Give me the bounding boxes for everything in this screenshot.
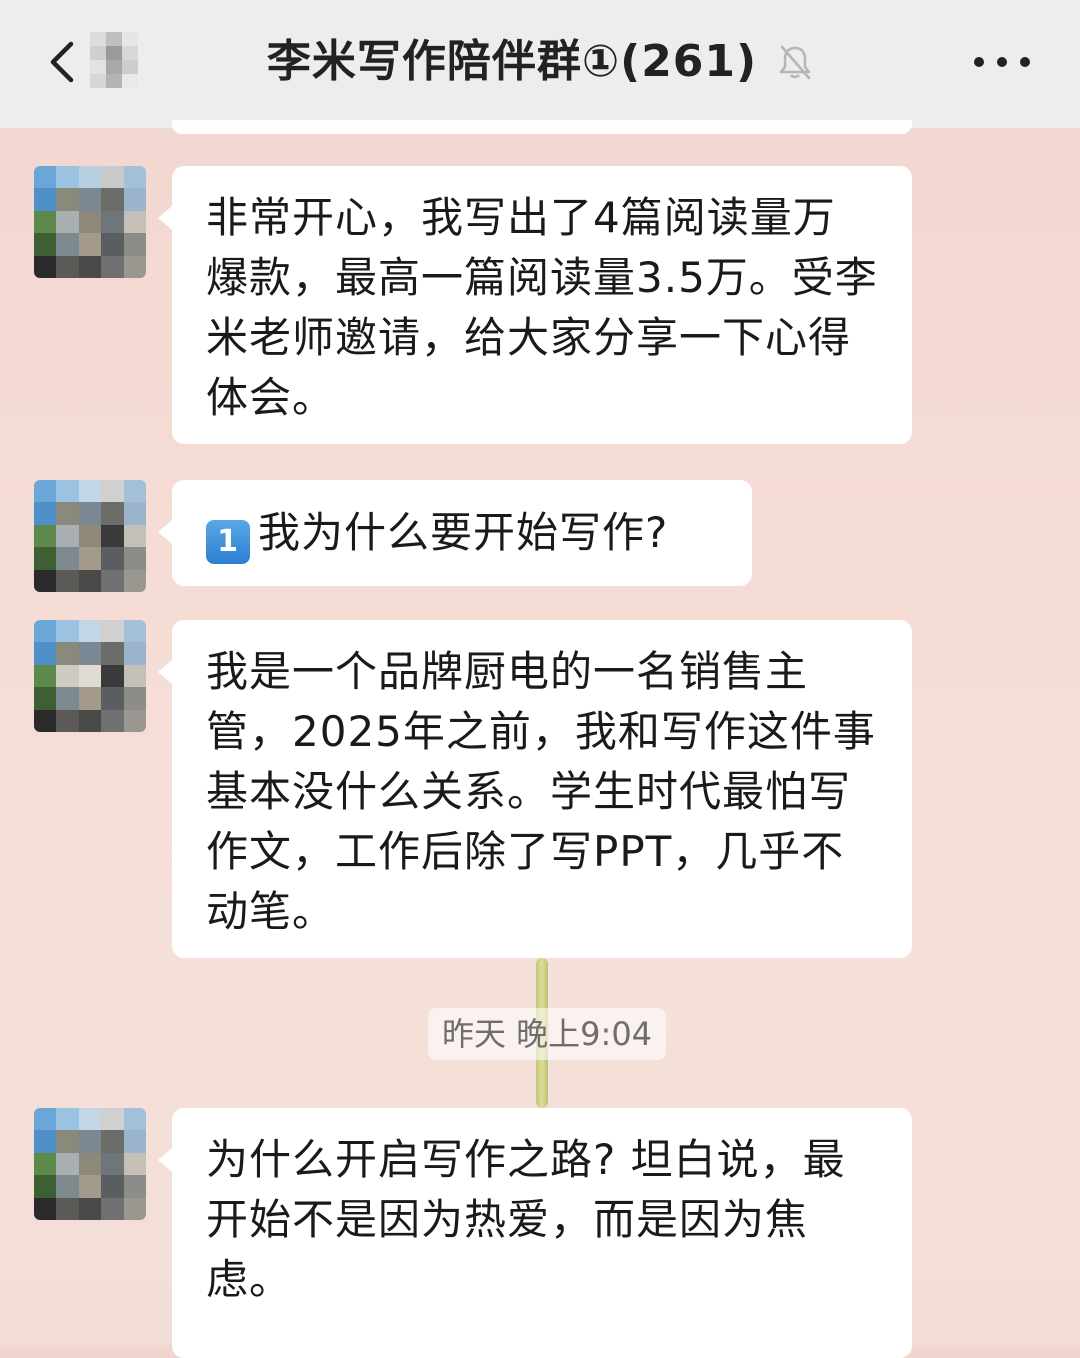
more-options-button[interactable] bbox=[974, 44, 1030, 80]
message-bubble[interactable]: 为什么开启写作之路? 坦白说，最开始不是因为热爱，而是因为焦虑。 bbox=[158, 1108, 912, 1358]
message-bubble[interactable]: 1 我为什么要开始写作? bbox=[158, 480, 752, 586]
avatar[interactable] bbox=[34, 620, 146, 732]
timestamp-divider: 昨天 晚上9:04 bbox=[428, 1008, 667, 1060]
keycap-one-icon: 1 bbox=[206, 520, 250, 564]
previous-message-bubble-edge bbox=[172, 120, 912, 134]
message-text: 我是一个品牌厨电的一名销售主管，2025年之前，我和写作这件事基本没什么关系。学… bbox=[206, 647, 876, 936]
chat-header: 李米写作陪伴群①(261) bbox=[0, 0, 1080, 129]
avatar[interactable] bbox=[34, 1108, 146, 1220]
message-text: 为什么开启写作之路? 坦白说，最开始不是因为热爱，而是因为焦虑。 bbox=[206, 1135, 846, 1304]
avatar[interactable] bbox=[34, 166, 146, 278]
chat-title-bar: 李米写作陪伴群①(261) bbox=[0, 34, 1080, 90]
message-bubble[interactable]: 我是一个品牌厨电的一名销售主管，2025年之前，我和写作这件事基本没什么关系。学… bbox=[158, 620, 912, 958]
message-text: 我为什么要开始写作? bbox=[258, 508, 669, 557]
avatar[interactable] bbox=[34, 480, 146, 592]
message-bubble[interactable]: 非常开心，我写出了4篇阅读量万爆款，最高一篇阅读量3.5万。受李米老师邀请，给大… bbox=[158, 166, 912, 444]
chat-title[interactable]: 李米写作陪伴群①(261) bbox=[267, 34, 757, 90]
message-text: 非常开心，我写出了4篇阅读量万爆款，最高一篇阅读量3.5万。受李米老师邀请，给大… bbox=[206, 193, 878, 422]
more-dots-icon bbox=[974, 57, 984, 67]
bell-off-icon bbox=[779, 45, 811, 80]
